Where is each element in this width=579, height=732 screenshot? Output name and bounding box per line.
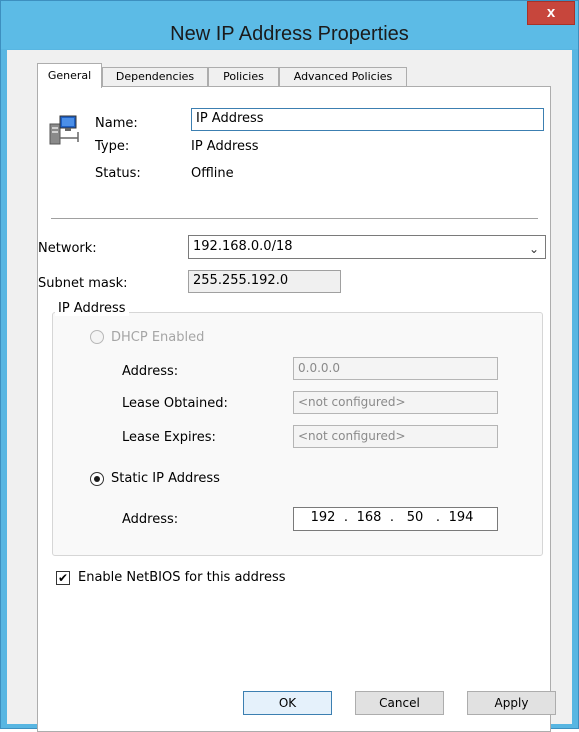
lease-expires-field: <not configured> bbox=[293, 425, 498, 448]
ip-address-group-title: IP Address bbox=[55, 301, 129, 316]
network-label: Network: bbox=[38, 241, 97, 256]
static-address-label: Address: bbox=[122, 512, 179, 527]
dialog-client-area: General Dependencies Policies Advanced P… bbox=[7, 50, 572, 732]
ip-octet-2[interactable]: 168 bbox=[354, 508, 384, 528]
static-ip-address-field[interactable]: 192 . 168 . 50 . 194 bbox=[293, 507, 498, 531]
tab-general[interactable]: General bbox=[37, 63, 102, 88]
type-value: IP Address bbox=[191, 139, 259, 154]
ip-octet-1[interactable]: 192 bbox=[308, 508, 338, 528]
lease-obtained-field: <not configured> bbox=[293, 391, 498, 414]
network-dropdown[interactable]: 192.168.0.0/18 ⌄ bbox=[188, 235, 546, 259]
radio-selected-dot bbox=[94, 476, 100, 482]
lease-expires-label: Lease Expires: bbox=[122, 430, 216, 445]
dhcp-label: DHCP Enabled bbox=[111, 330, 205, 345]
netbios-checkbox[interactable]: ✔ bbox=[56, 571, 70, 585]
name-field[interactable]: IP Address bbox=[191, 108, 544, 131]
section-divider bbox=[51, 218, 538, 219]
dhcp-radio[interactable] bbox=[90, 330, 104, 344]
tab-policies[interactable]: Policies bbox=[208, 67, 279, 87]
chevron-down-icon: ⌄ bbox=[528, 242, 539, 256]
network-value: 192.168.0.0/18 bbox=[193, 239, 293, 254]
ip-octet-dot: . bbox=[389, 510, 395, 525]
tab-dependencies[interactable]: Dependencies bbox=[102, 67, 208, 87]
tab-advanced-policies[interactable]: Advanced Policies bbox=[279, 67, 407, 87]
subnet-mask-label: Subnet mask: bbox=[38, 276, 128, 291]
checkmark-icon: ✔ bbox=[57, 571, 69, 585]
lease-obtained-label: Lease Obtained: bbox=[122, 396, 228, 411]
dhcp-address-label: Address: bbox=[122, 364, 179, 379]
name-label: Name: bbox=[95, 116, 138, 131]
server-network-icon bbox=[49, 115, 79, 145]
ip-octet-dot: . bbox=[435, 510, 441, 525]
close-button[interactable]: x bbox=[527, 1, 575, 25]
type-label: Type: bbox=[95, 139, 130, 154]
title-bar[interactable]: New IP Address Properties x bbox=[1, 1, 578, 49]
netbios-label: Enable NetBIOS for this address bbox=[78, 570, 286, 585]
cancel-button[interactable]: Cancel bbox=[355, 691, 444, 715]
subnet-mask-field: 255.255.192.0 bbox=[188, 270, 341, 293]
apply-button[interactable]: Apply bbox=[467, 691, 556, 715]
dhcp-address-field: 0.0.0.0 bbox=[293, 357, 498, 380]
window-title: New IP Address Properties bbox=[170, 23, 409, 45]
static-ip-label: Static IP Address bbox=[111, 471, 220, 486]
general-tab-panel: Name: IP Address Type: IP Address Status… bbox=[37, 86, 551, 732]
dialog-window: New IP Address Properties x General Depe… bbox=[0, 0, 579, 732]
ip-octet-3[interactable]: 50 bbox=[400, 508, 430, 528]
ip-octet-dot: . bbox=[343, 510, 349, 525]
ip-octet-4[interactable]: 194 bbox=[446, 508, 476, 528]
status-label: Status: bbox=[95, 166, 141, 181]
static-ip-radio[interactable] bbox=[90, 472, 104, 486]
status-value: Offline bbox=[191, 166, 234, 181]
ok-button[interactable]: OK bbox=[243, 691, 332, 715]
